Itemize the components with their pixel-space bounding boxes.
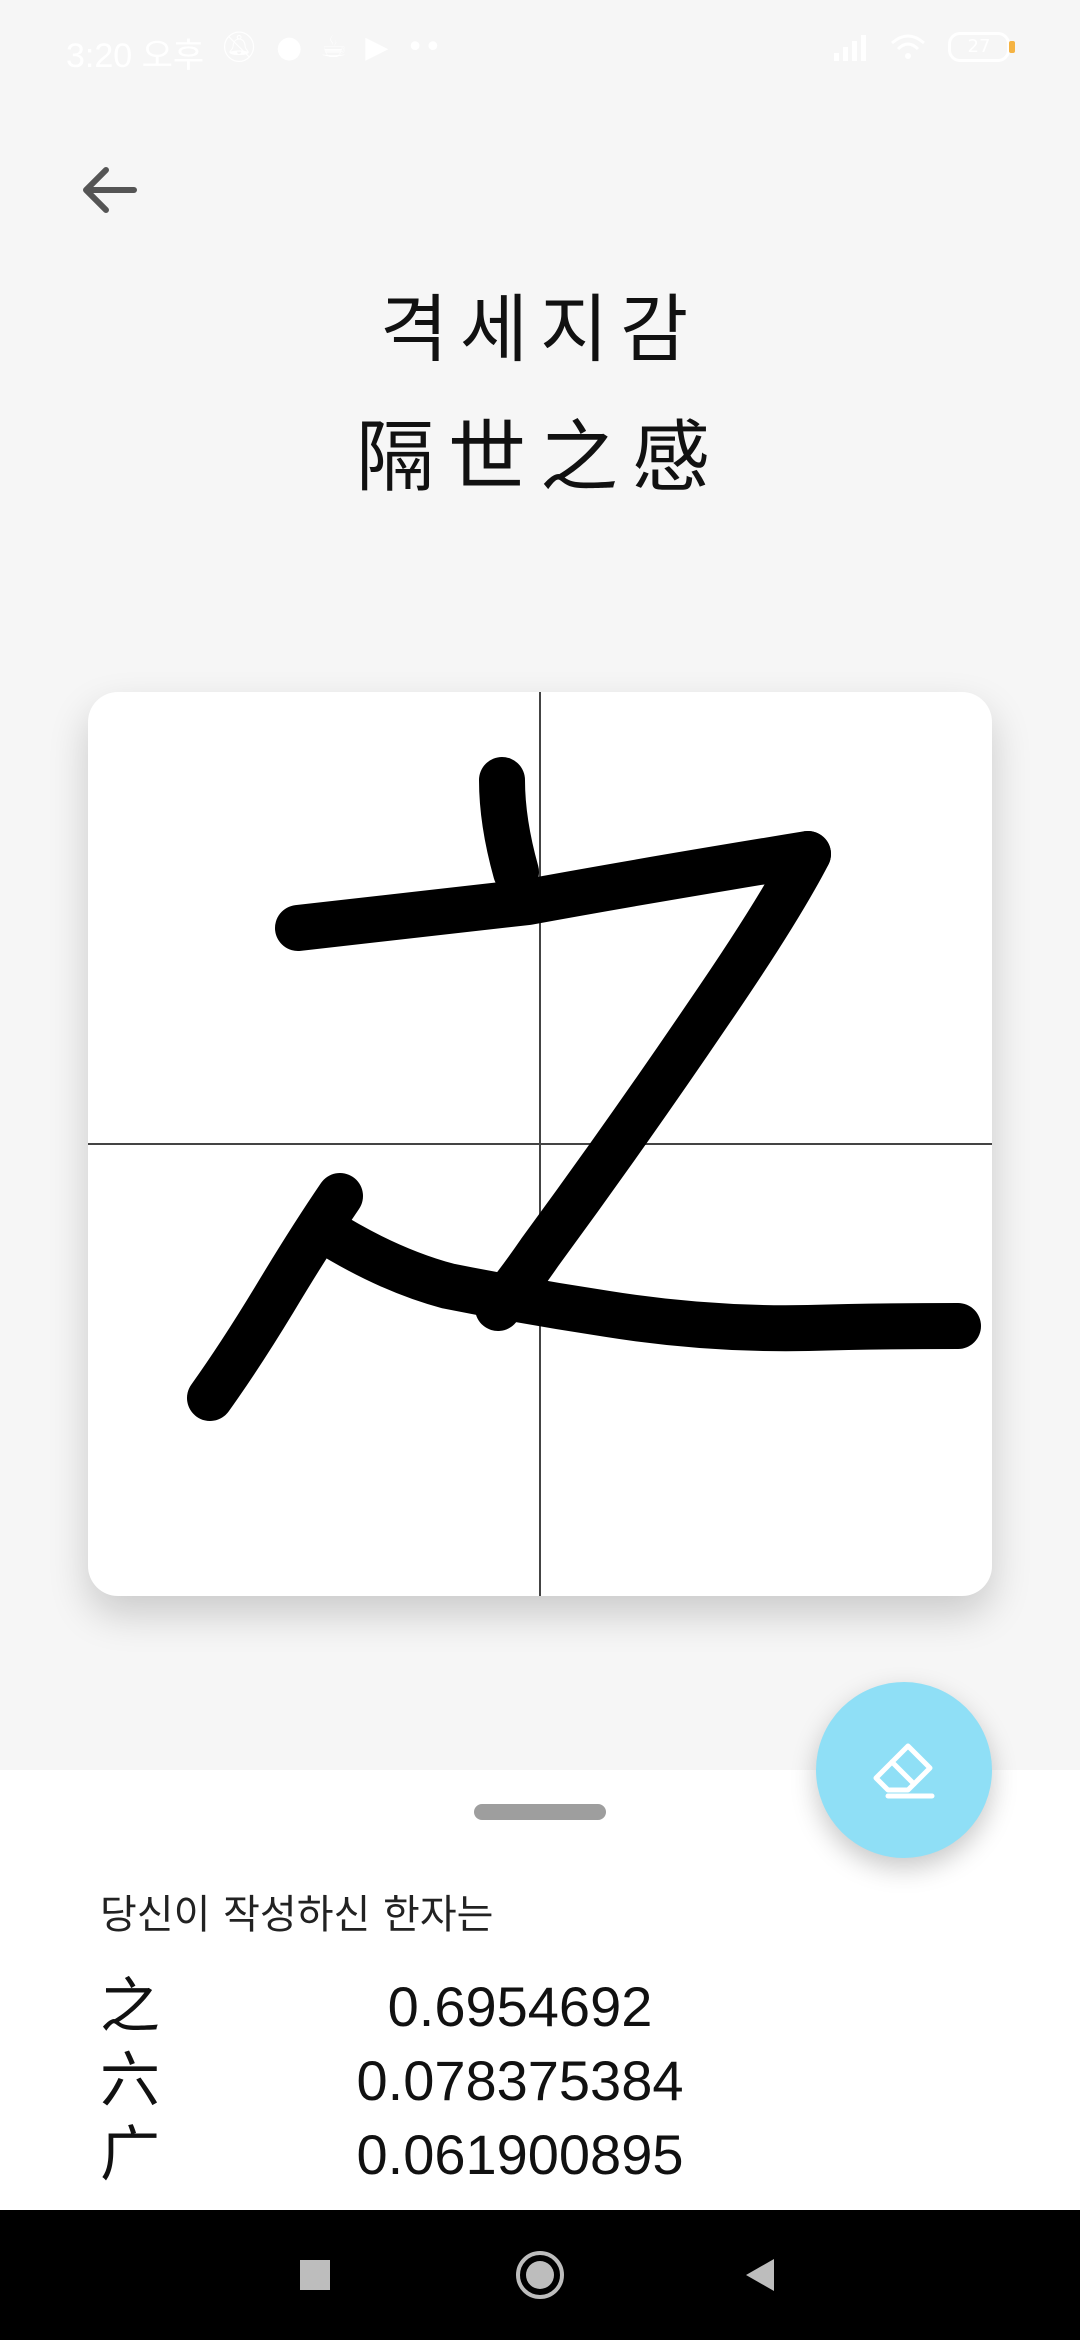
eraser-button[interactable]	[816, 1682, 992, 1858]
notification-icons: 🔕︎ ● ☕︎ ▶ ••	[220, 30, 442, 65]
idiom-korean-title: 격세지감	[379, 287, 701, 373]
coffee-icon: ☕︎	[320, 30, 348, 65]
arrow-left-icon	[83, 167, 137, 213]
list-item[interactable]: 广 0.061900895	[100, 2118, 980, 2192]
result-score: 0.061900895	[356, 2123, 684, 2186]
home-button[interactable]	[475, 2210, 605, 2340]
back-button[interactable]	[70, 150, 150, 230]
status-bar: 3:20 오후 🔕︎ ● ☕︎ ▶ •• 27	[0, 0, 1080, 100]
recent-apps-button[interactable]	[250, 2210, 380, 2340]
system-nav-bar	[0, 2210, 1080, 2340]
sheet-drag-handle[interactable]	[474, 1804, 606, 1820]
result-score: 0.078375384	[356, 2049, 684, 2112]
mute-icon: 🔕︎	[220, 30, 259, 65]
status-time: 3:20 오후	[66, 37, 205, 75]
home-icon	[516, 2251, 564, 2299]
results-list: 之 0.6954692 六 0.078375384 广 0.061900895	[100, 1970, 980, 2192]
battery-level: 27	[967, 36, 991, 57]
handwritten-strokes	[187, 757, 981, 1421]
system-icons: 27	[832, 32, 1015, 62]
signal-icon	[834, 35, 866, 61]
nav-back-button[interactable]	[695, 2210, 825, 2340]
list-item[interactable]: 之 0.6954692	[100, 1970, 980, 2044]
wifi-icon	[891, 34, 925, 59]
more-dots-icon: ••	[406, 30, 442, 65]
result-score: 0.6954692	[387, 1975, 653, 2038]
chat-icon: ●	[276, 30, 303, 65]
eraser-icon	[873, 1743, 935, 1799]
back-triangle-icon	[746, 2259, 774, 2291]
idiom-hanja-title: 隔世之感	[355, 413, 724, 503]
megaphone-icon: ▶	[365, 30, 389, 65]
battery-icon: 27	[948, 32, 1015, 62]
canvas-drawing	[88, 692, 992, 1596]
results-heading: 당신이 작성하신 한자는	[100, 1892, 494, 1938]
recent-apps-icon	[300, 2260, 330, 2290]
handwriting-canvas[interactable]	[88, 692, 992, 1596]
list-item[interactable]: 六 0.078375384	[100, 2044, 980, 2118]
